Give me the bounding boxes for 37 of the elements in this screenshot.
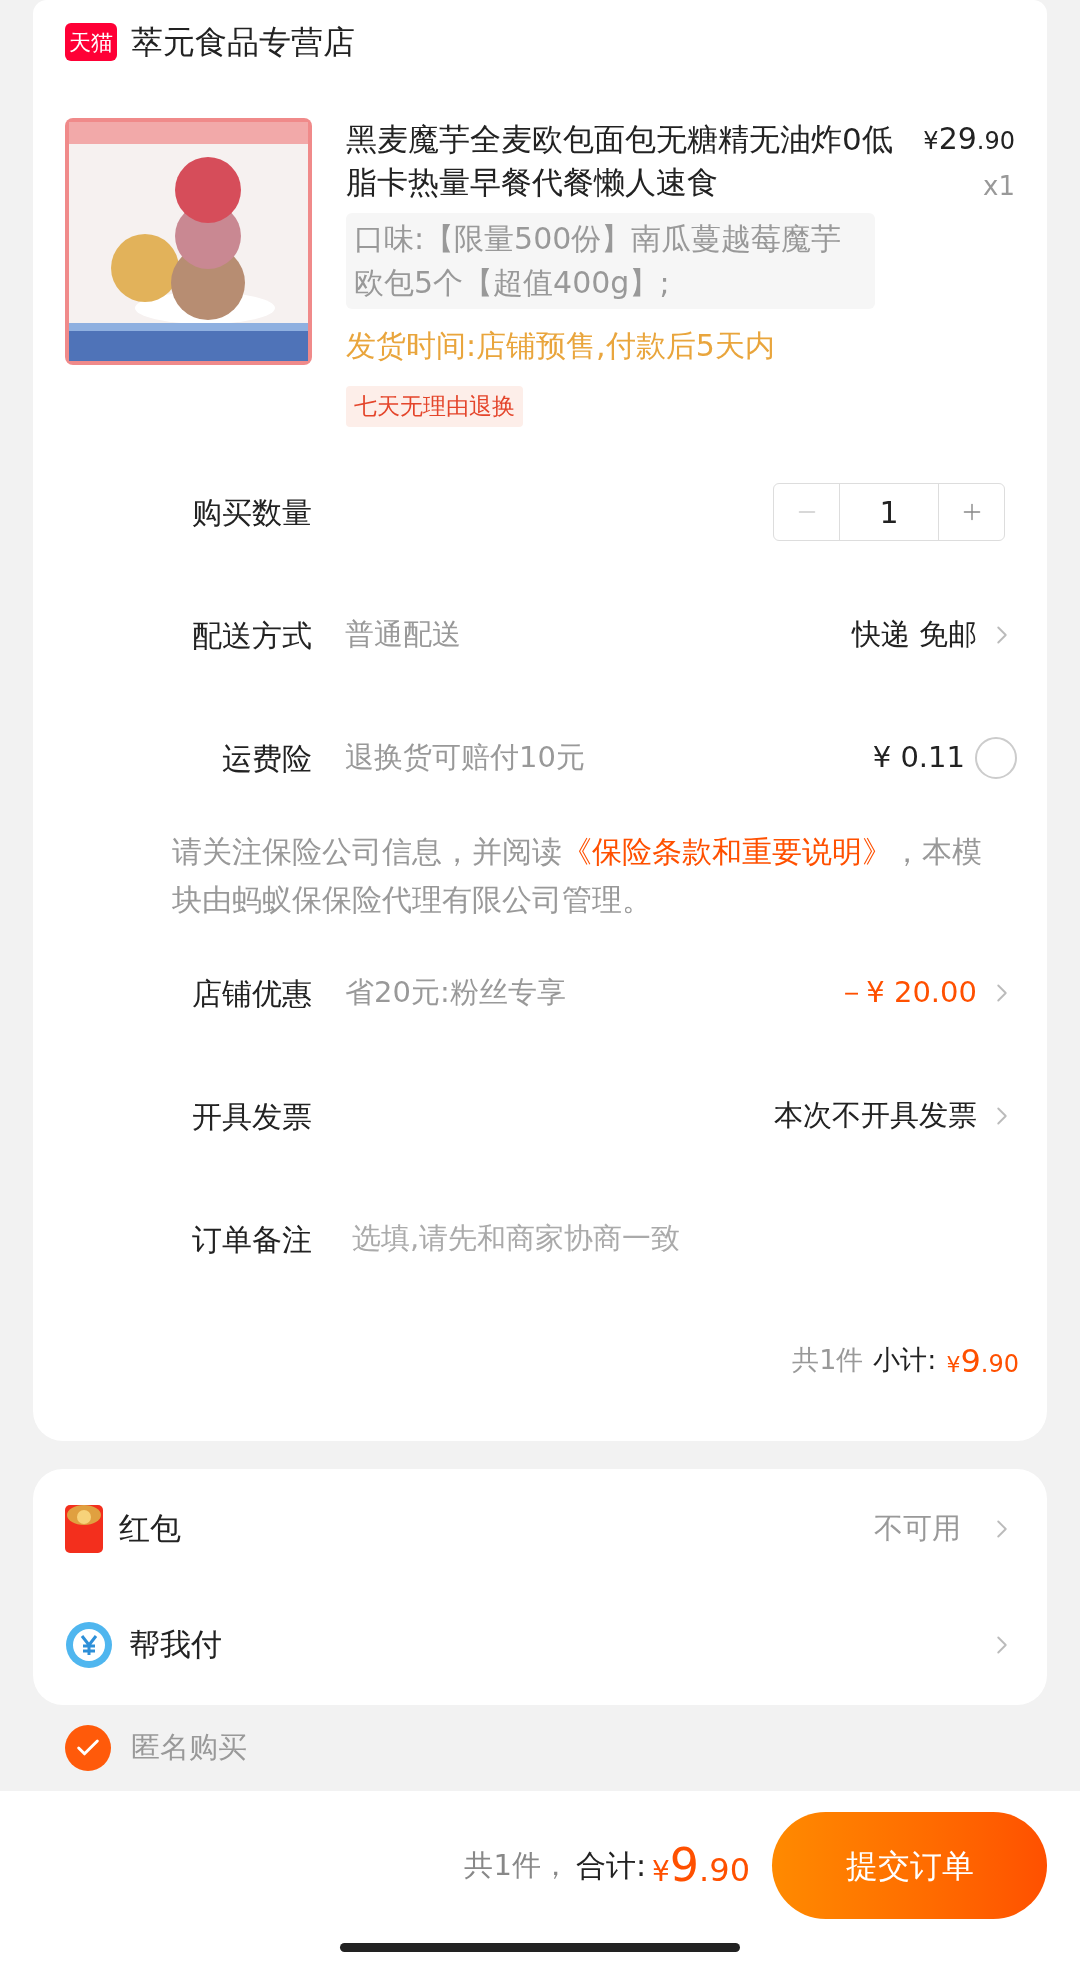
insurance-notice: 请关注保险公司信息，并阅读《保险条款和重要说明》，本模块由蚂蚁保保险代理有限公司管理。 — [171, 832, 983, 919]
row-label: 订单备注 — [191, 1220, 312, 1259]
total-amount: ¥9.90 — [652, 1837, 750, 1894]
product-title[interactable]: 黑麦魔芋全麦欧包面包无糖精无油炸0低脂卡热量早餐代餐懒人速食 — [346, 118, 904, 207]
option-label[interactable]: 红包 — [119, 1505, 858, 1552]
row-label: 配送方式 — [191, 616, 312, 655]
anonymous-label: 匿名购买 — [131, 1728, 247, 1766]
option-status: 不可用 — [874, 1509, 961, 1547]
total-count: 共1件， — [464, 1846, 570, 1884]
item-count: 共1件 — [792, 1343, 864, 1378]
insurance-checkbox[interactable] — [975, 737, 1017, 779]
subtotal-amount: ¥9.90 — [946, 1340, 1019, 1382]
return-policy-tag: 七天无理由退换 — [346, 386, 523, 427]
delivery-option[interactable]: 快递 免邮 — [851, 613, 977, 657]
row-label: 店铺优惠 — [191, 974, 312, 1013]
row-label: 开具发票 — [191, 1097, 312, 1136]
row-label: 运费险 — [221, 739, 312, 778]
total-label: 合计: — [575, 1847, 646, 1885]
product-quantity: x1 — [983, 170, 1015, 203]
discount-value: 省20元:粉丝专享 — [345, 974, 567, 1012]
product-price: ¥29.90 — [923, 120, 1015, 158]
anonymous-checkbox[interactable] — [65, 1724, 111, 1771]
envelope-icon — [65, 1504, 103, 1553]
insurance-value: 退换货可赔付10元 — [345, 739, 586, 777]
invoice-option[interactable]: 本次不开具发票 — [774, 1094, 977, 1138]
remark-field[interactable]: 选填,请先和商家协商一致 — [352, 1217, 1017, 1261]
yen-coin-icon — [65, 1620, 113, 1669]
option-label[interactable]: 帮我付 — [129, 1621, 971, 1668]
subtotal-label: 小计: — [873, 1343, 937, 1378]
store-name[interactable]: 萃元食品专营店 — [131, 18, 355, 66]
insurance-price: ¥ 0.11 — [872, 739, 965, 777]
delivery-value: 普通配送 — [345, 616, 462, 654]
quantity-stepper[interactable]: 1 — [773, 483, 1005, 541]
row-label: 购买数量 — [191, 493, 312, 532]
shipping-time: 发货时间:店铺预售,付款后5天内 — [346, 327, 776, 365]
store-badge: 天猫 — [65, 23, 117, 61]
quantity-value[interactable]: 1 — [840, 489, 938, 535]
